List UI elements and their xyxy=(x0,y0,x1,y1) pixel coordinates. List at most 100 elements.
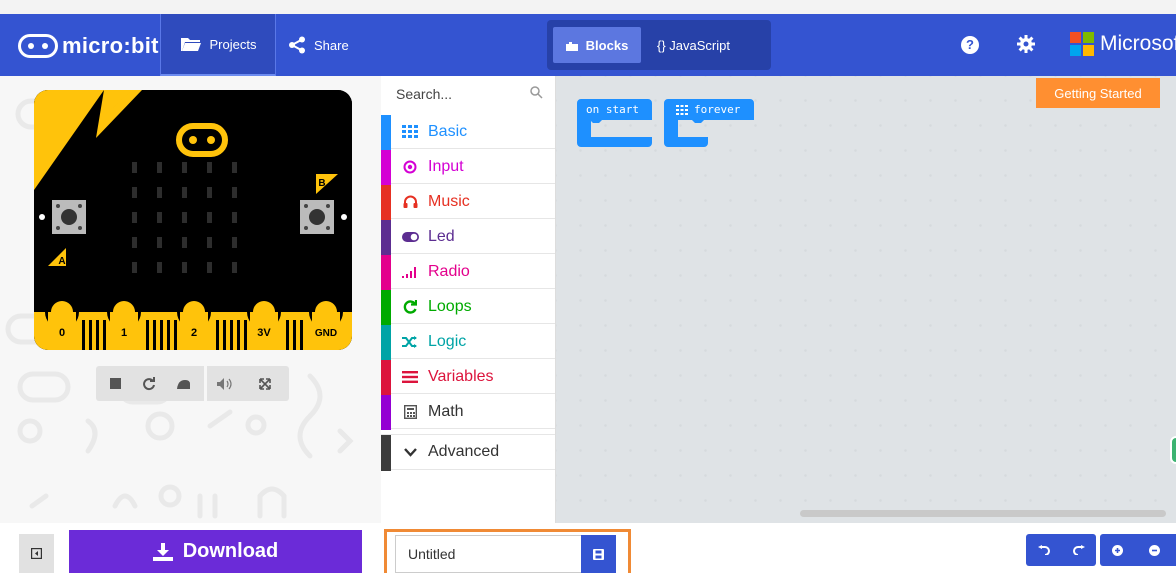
category-basic[interactable]: Basic xyxy=(381,115,555,150)
header-bar: micro:bit Projects Share Blocks {} JavaS… xyxy=(0,14,1176,76)
pin-gnd-label: GND xyxy=(315,328,337,339)
gear-icon[interactable] xyxy=(1016,34,1036,59)
category-color-bar xyxy=(381,435,391,471)
category-color-bar xyxy=(381,255,391,290)
microsoft-label: Microsoft xyxy=(1100,32,1176,55)
category-label: Math xyxy=(428,402,464,420)
side-handle[interactable] xyxy=(1170,436,1176,464)
category-label: Logic xyxy=(428,332,467,350)
browser-strip xyxy=(0,0,1176,14)
download-button[interactable]: Download xyxy=(69,530,362,573)
category-led[interactable]: Led xyxy=(381,220,555,255)
simulator-panel: 0 1 2 3V GND A B xyxy=(0,76,381,523)
block-label: forever xyxy=(694,103,741,116)
share-button[interactable]: Share xyxy=(288,14,349,76)
puzzle-icon xyxy=(565,42,578,51)
category-label: Advanced xyxy=(428,443,500,460)
javascript-tab-label: {} JavaScript xyxy=(657,37,730,53)
logo-text: micro:bit xyxy=(62,33,159,58)
category-color-bar xyxy=(381,325,391,360)
blocks-tab[interactable]: Blocks xyxy=(553,27,641,63)
microsoft-grid-icon xyxy=(1070,32,1094,56)
headphones-icon xyxy=(401,195,419,208)
category-label: Input xyxy=(428,157,464,175)
category-color-bar xyxy=(381,290,391,325)
blocks-tab-label: Blocks xyxy=(585,37,629,53)
toggle-icon xyxy=(401,231,419,242)
category-label: Variables xyxy=(428,367,494,385)
makecode-editor: micro:bit Projects Share Blocks {} JavaS… xyxy=(0,0,1176,573)
zoom-out-icon[interactable] xyxy=(1137,534,1172,566)
fullscreen-icon[interactable] xyxy=(250,366,280,401)
folder-icon xyxy=(180,38,201,51)
getting-started-button[interactable]: Getting Started xyxy=(1036,78,1160,108)
block-label: on start xyxy=(586,103,639,116)
microbit-board[interactable]: 0 1 2 3V GND A B xyxy=(34,90,352,350)
pin-1-label: 1 xyxy=(121,327,127,339)
project-name-input[interactable]: Untitled xyxy=(395,535,581,573)
category-loops[interactable]: Loops xyxy=(381,290,555,325)
save-button[interactable] xyxy=(581,535,616,573)
pin-3v-label: 3V xyxy=(257,327,271,339)
pin-0-label: 0 xyxy=(59,327,65,339)
category-color-bar xyxy=(381,150,391,185)
save-icon xyxy=(593,548,604,560)
category-math[interactable]: Math xyxy=(381,395,555,430)
category-logic[interactable]: Logic xyxy=(381,325,555,360)
blocks-workspace[interactable]: on start forever xyxy=(556,76,1176,523)
simulator-controls xyxy=(96,366,289,401)
collapse-icon xyxy=(31,548,42,559)
category-color-bar xyxy=(381,360,391,395)
category-label: Basic xyxy=(428,122,468,140)
calculator-icon xyxy=(401,404,419,419)
category-variables[interactable]: Variables xyxy=(381,360,555,395)
redo-icon[interactable] xyxy=(1061,534,1096,566)
category-color-bar xyxy=(381,220,391,255)
category-color-bar xyxy=(381,115,391,150)
microbit-logo-icon xyxy=(18,34,58,58)
category-color-bar xyxy=(381,395,391,430)
forever-block[interactable]: forever xyxy=(664,99,754,151)
category-advanced[interactable]: Advanced xyxy=(381,434,555,471)
undo-icon[interactable] xyxy=(1026,534,1061,566)
category-label: Loops xyxy=(428,297,472,315)
lines-icon xyxy=(401,370,419,383)
category-radio[interactable]: Radio xyxy=(381,255,555,290)
editor-toggle: Blocks {} JavaScript xyxy=(547,20,771,70)
microsoft-logo[interactable]: Microsoft xyxy=(1070,32,1176,56)
javascript-tab[interactable]: {} JavaScript xyxy=(657,27,730,63)
restart-icon[interactable] xyxy=(134,366,164,401)
search-icon[interactable] xyxy=(530,86,543,99)
on-start-block[interactable]: on start xyxy=(577,99,652,151)
stop-icon[interactable] xyxy=(100,366,130,401)
grid-icon xyxy=(676,105,688,115)
share-icon xyxy=(289,36,305,54)
download-label: Download xyxy=(182,540,279,562)
category-input[interactable]: Input xyxy=(381,150,555,185)
category-label: Music xyxy=(428,192,470,210)
target-icon xyxy=(401,160,419,174)
mute-icon[interactable] xyxy=(210,366,240,401)
button-a-label: A xyxy=(58,256,65,267)
search-placeholder: Search... xyxy=(396,85,453,102)
category-music[interactable]: Music xyxy=(381,185,555,220)
refresh-icon xyxy=(401,299,419,314)
microbit-logo[interactable]: micro:bit xyxy=(18,32,159,60)
controls-divider xyxy=(204,366,207,401)
workspace-horizontal-scrollbar[interactable] xyxy=(800,510,1166,517)
zoom-in-icon[interactable] xyxy=(1100,534,1135,566)
category-label: Led xyxy=(428,227,455,245)
chevron-down-icon xyxy=(401,447,419,457)
projects-button[interactable]: Projects xyxy=(160,14,276,76)
button-b-label: B xyxy=(318,178,325,189)
toolbox-search-input[interactable]: Search... xyxy=(381,76,555,111)
slowmo-icon[interactable] xyxy=(168,366,198,401)
signal-icon xyxy=(401,266,419,278)
category-label: Radio xyxy=(428,262,470,280)
grid-icon xyxy=(401,125,419,138)
category-color-bar xyxy=(381,185,391,220)
share-label: Share xyxy=(314,37,349,53)
collapse-simulator-button[interactable] xyxy=(19,534,54,573)
help-icon[interactable]: ? xyxy=(961,36,979,54)
pin-2-label: 2 xyxy=(191,327,197,339)
